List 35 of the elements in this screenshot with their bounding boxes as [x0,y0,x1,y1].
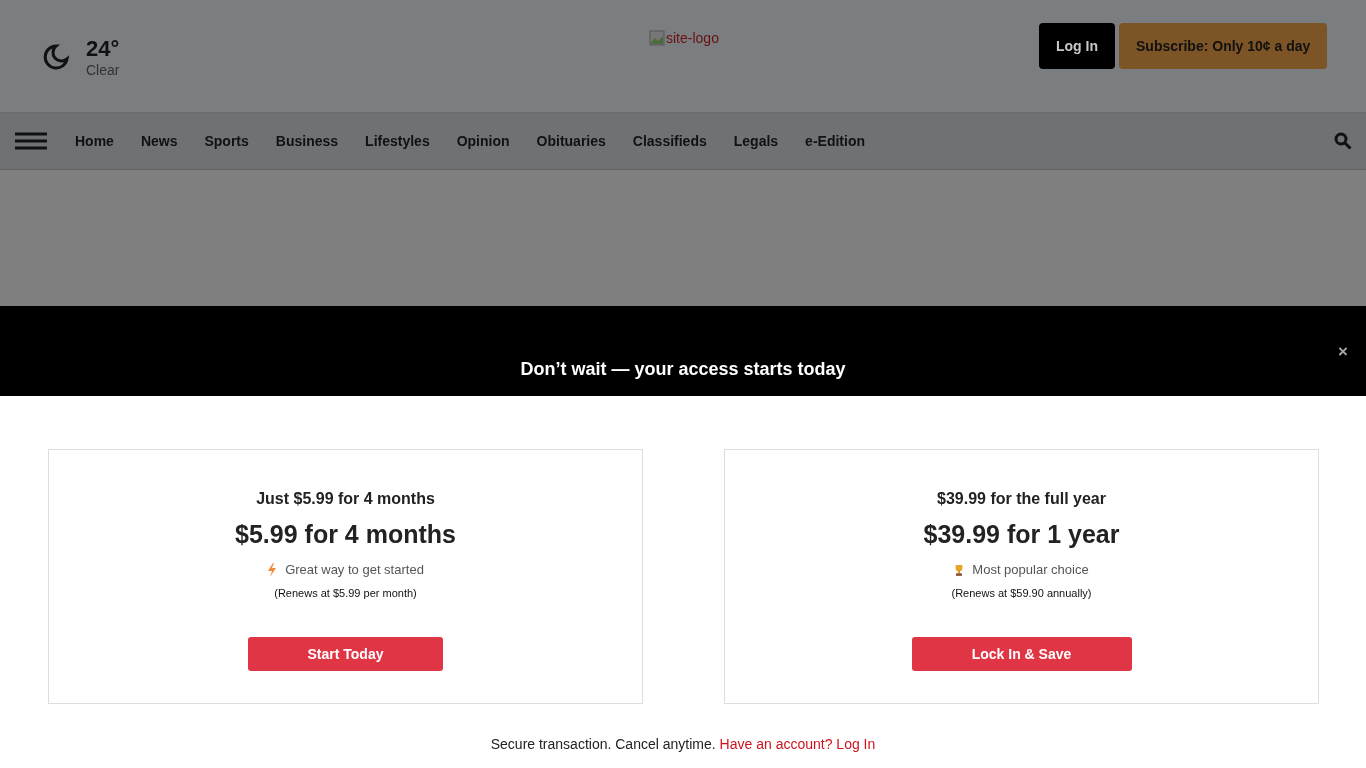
search-icon[interactable] [1334,132,1352,150]
subscribe-button[interactable]: Subscribe: Only 10¢ a day [1119,23,1327,69]
nav-link[interactable]: Legals [733,133,779,149]
moon-icon [42,43,70,71]
offer-price: $5.99 for 4 months [235,520,456,549]
security-note: Secure transaction. Cancel anytime. [490,736,716,752]
offer-subtitle: $39.99 for the full year [937,490,1106,508]
offer-tagline: Most popular choice [972,562,1089,577]
temperature: 24° [86,36,120,62]
close-button[interactable]: × [1338,342,1348,362]
nav-link[interactable]: Home [75,133,114,149]
menu-icon[interactable] [15,132,47,150]
renewal-note: (Renews at $59.90 annually) [951,587,1092,599]
nav-link[interactable]: News [140,133,178,149]
offer-button[interactable]: Start Today [248,637,443,671]
trophy-icon [954,562,965,577]
nav-link[interactable]: Obituaries [536,133,606,149]
weather-condition: Clear [86,62,120,78]
nav-link[interactable]: Business [275,133,339,149]
renewal-note: (Renews at $5.99 per month) [274,587,417,599]
nav-link[interactable]: Lifestyles [365,133,430,149]
nav-link[interactable]: Classifieds [632,133,707,149]
offer-price: $39.99 for 1 year [923,520,1120,549]
offer-tagline: Great way to get started [285,562,424,577]
offer-subtitle: Just $5.99 for 4 months [256,490,435,508]
logo-alt-text: site-logo [666,30,719,46]
nav-link[interactable]: e-Edition [805,133,865,149]
login-button[interactable]: Log In [1039,23,1115,69]
nav-link[interactable]: Opinion [456,133,510,149]
offer-button[interactable]: Lock In & Save [911,637,1132,671]
lightning-icon [267,562,278,577]
banner-headline: Don’t wait — your access starts today [520,359,846,380]
login-link[interactable]: Have an account? Log In [719,736,876,752]
broken-image-icon [649,30,665,46]
nav-link[interactable]: Sports [204,133,249,149]
